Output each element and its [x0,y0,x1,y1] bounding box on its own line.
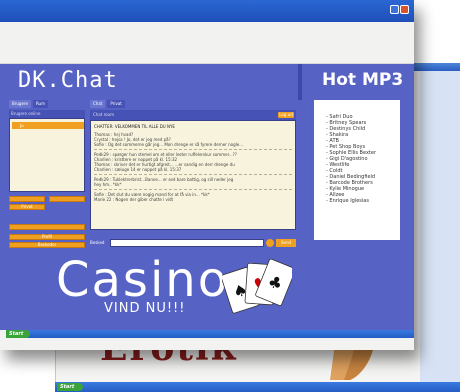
chat-message: Charlien : sæluge 14 er noppet på kl. 15… [94,167,182,172]
chat-tabs: Chat Privat [90,100,296,108]
site-logo[interactable]: DK.Chat [18,68,118,93]
background-start-button[interactable]: Start [57,383,83,391]
desktop-stage: Erotik Start DK.Chat Hot MP3 Brugere [0,0,460,392]
tab-chat[interactable]: Chat [90,100,106,108]
private-button[interactable]: Privat [9,204,45,210]
hot-mp3-heading: Hot MP3 [322,70,404,90]
user-panel: Brugere Rum Brugere online Ju Privat Pro… [9,100,85,250]
minimize-button[interactable] [390,5,399,14]
chat-message: Marie 22 : Nogen der giber chatte i vidt [94,197,174,202]
logout-button[interactable]: Log ud [278,112,294,118]
message-input[interactable] [110,239,264,247]
profile-button[interactable]: Profil [9,234,85,240]
casino-title: Casino [56,252,230,308]
message-divider [94,189,292,190]
user-list-header: Brugere online [9,110,85,118]
chat-room-label: Chat room [93,112,114,117]
chat-header: Chat room Log ud [90,110,296,120]
window-titlebar[interactable] [0,0,414,22]
user-action-button-3[interactable] [9,224,85,230]
site-header: DK.Chat Hot MP3 [0,64,414,100]
welcome-message: CHATTER: VELKOMMEN TIL ALLE DU NYE [94,124,175,129]
logo-area: DK.Chat [0,64,298,100]
message-divider [94,174,292,175]
chat-messages[interactable]: CHATTER: VELKOMMEN TIL ALLE DU NYE Thoma… [90,120,296,230]
smiley-icon[interactable] [266,239,274,247]
tab-private[interactable]: Privat [107,100,125,108]
mp3-header: Hot MP3 [298,64,414,100]
window-controls [390,5,409,14]
user-tabs: Brugere Rum [9,100,85,108]
tab-rooms[interactable]: Rum [32,100,48,108]
message-divider [94,149,292,150]
mp3-list: Safri Duo Britney Spears Destinys Child … [314,100,400,240]
user-list-item[interactable]: Ju [12,122,84,129]
playing-cards-icon: ♠ ♥ ♣ [222,258,292,314]
browser-toolbar [0,22,414,64]
message-input-label: Besked [90,240,105,245]
chat-message: hey hm.. *kk* [94,182,122,187]
close-button[interactable] [400,5,409,14]
start-button[interactable]: Start [6,330,30,338]
message-input-row: Besked Send [90,238,296,248]
site-content: Brugere Rum Brugere online Ju Privat Pro… [0,100,414,250]
send-button[interactable]: Send [276,239,296,247]
user-action-button-2[interactable] [49,196,85,202]
background-window-panel [420,71,460,391]
mp3-panel: Safri Duo Britney Spears Destinys Child … [304,100,414,250]
mp3-list-item[interactable]: Enrique Iglesias [326,198,400,204]
casino-ad[interactable]: Casino VIND NU!!! ♠ ♥ ♣ [0,250,414,330]
messages-button[interactable]: Beskeder [9,242,85,248]
user-action-button-1[interactable] [9,196,45,202]
background-taskbar: Start [55,382,460,392]
chat-site-window: DK.Chat Hot MP3 Brugere Rum Brugere onli… [0,0,414,350]
chat-message: Sofie : Og det sommerne går jeg... Mon d… [94,142,244,147]
taskbar: Start [6,330,414,338]
tab-users[interactable]: Brugere [9,100,31,108]
chat-panel: Chat Privat Chat room Log ud CHATTER: VE… [90,100,296,250]
casino-subtitle: VIND NU!!! [104,301,186,316]
user-list[interactable]: Ju [9,118,85,192]
